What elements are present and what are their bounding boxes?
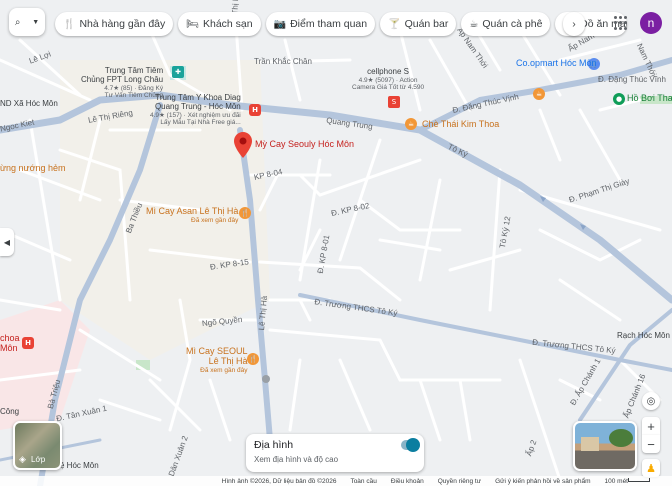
chip-cafes[interactable]: ☕ Quán cà phê <box>461 12 551 36</box>
coffee-icon: ☕ <box>469 18 479 30</box>
map-controls: ◎ + − ♟ <box>642 392 660 477</box>
scale-bar <box>628 478 650 482</box>
pegman-icon[interactable]: ♟ <box>642 459 660 477</box>
cafe-pin[interactable]: ☕ <box>533 88 545 100</box>
chevron-left-icon: ◀ <box>3 237 11 247</box>
terrain-title: Địa hình <box>254 439 294 451</box>
footer-terms[interactable]: Điều khoản <box>391 478 424 485</box>
camera-icon: 📷 <box>273 18 287 30</box>
category-chips: 🍴 Nhà hàng gần đây 🛏 Khách sạn 📷 Điểm tham … <box>55 12 628 36</box>
pool-pin[interactable]: ● <box>613 93 625 105</box>
place-mi-cay-asan[interactable]: Mì Cay Asan Lê Thị Hà Đã xem gần đây <box>146 206 238 224</box>
crosshair-icon: ◎ <box>646 395 656 407</box>
selected-location-pin-icon[interactable] <box>234 132 252 158</box>
place-rach-hoc-mon[interactable]: Rạch Hóc Môn <box>617 331 670 341</box>
place-my-cay-seouly[interactable]: Mỳ Cay Seouly Hóc Môn <box>255 139 354 150</box>
zoom-in-button[interactable]: + <box>642 417 660 435</box>
place-hospital-west[interactable]: choa Môn <box>0 333 20 354</box>
place-diag-clinic[interactable]: Trung Tâm Y Khoa Diag Quang Trung - Hóc M… <box>150 93 241 126</box>
fork-knife-icon: 🍴 <box>63 18 76 30</box>
footer-imagery: Hình ảnh ©2026, Dữ liệu bản đồ ©2026 <box>221 477 337 485</box>
map-footer: Hình ảnh ©2026, Dữ liệu bản đồ ©2026 Toà… <box>0 476 672 486</box>
footer-scale[interactable]: 100 mét <box>605 478 629 485</box>
layers-button[interactable]: ◈ Lớp <box>13 421 62 470</box>
chevron-down-icon: ▼ <box>32 18 40 26</box>
my-location-button[interactable]: ◎ <box>642 392 660 410</box>
terrain-subtitle: Xem địa hình và độ cao <box>254 455 339 464</box>
search-menu-control[interactable]: ⌕ ▼ <box>9 8 45 36</box>
restaurant-pin-asan[interactable]: 🍴 <box>239 207 251 219</box>
terrain-toggle[interactable] <box>401 438 420 452</box>
chip-hotels[interactable]: 🛏 Khách sạn <box>178 12 261 36</box>
footer-feedback[interactable]: Gửi ý kiến phản hồi về sản phẩm <box>495 478 590 485</box>
collapse-panel-button[interactable]: ◀ <box>0 228 14 256</box>
apps-grid-icon[interactable] <box>614 16 628 30</box>
place-cellphones[interactable]: cellphone S 4.9★ (5097) · Action Camera Gi… <box>352 67 424 91</box>
place-pool[interactable]: Hồ Bơi Tha <box>627 93 672 104</box>
street-view-thumbnail[interactable] <box>573 421 637 471</box>
chip-attractions[interactable]: 📷 Điểm tham quan <box>265 12 376 36</box>
zoom-out-button[interactable]: − <box>642 435 660 453</box>
place-mi-cay-seoul[interactable]: Mì Cay SEOUL Lê Thị Hà Đã xem gần đây <box>186 346 248 374</box>
footer-global[interactable]: Toàn cầu <box>350 478 376 485</box>
place-cong[interactable]: Công <box>0 407 19 417</box>
hospital-pin[interactable]: H <box>249 104 261 116</box>
chip-bars[interactable]: 🍸 Quán bar <box>380 12 457 36</box>
layers-label: Lớp <box>31 455 46 464</box>
restaurant-pin-seoul[interactable]: 🍴 <box>247 353 259 365</box>
chevron-right-icon: › <box>572 18 576 30</box>
place-hoc-mon-south[interactable]: ệ Hóc Môn <box>60 461 99 471</box>
place-che-thai-kim-thoa[interactable]: Chè Thái Kim Thoa <box>422 119 499 130</box>
terrain-card[interactable]: Địa hình Xem địa hình và độ cao <box>246 434 424 472</box>
cocktail-icon: 🍸 <box>388 18 401 30</box>
shopping-pin[interactable]: S <box>388 96 400 108</box>
che-thai-pin[interactable]: ☕ <box>405 118 417 130</box>
place-nd-xa-hoc-mon[interactable]: ND Xã Hóc Môn <box>0 99 58 109</box>
hospital-pin-west[interactable]: H <box>22 337 34 349</box>
search-icon: ⌕ <box>14 16 21 28</box>
place-coopmart[interactable]: Co.opmart Hóc Môn <box>516 58 597 69</box>
chips-next-button[interactable]: › <box>563 12 585 36</box>
bed-icon: 🛏 <box>186 18 199 30</box>
road-label-tran-khac-chan: Trần Khắc Chân <box>254 57 312 66</box>
place-nuong-hem[interactable]: ừng nướng hẻm <box>0 163 66 174</box>
footer-privacy[interactable]: Quyền riêng tư <box>438 478 481 485</box>
fpt-pharmacy-pin[interactable]: ✚ <box>172 66 184 78</box>
avatar[interactable]: n <box>640 12 662 34</box>
road-label-dang-thuc-vinh-2: Đ. Đặng Thúc Vĩnh <box>598 75 666 84</box>
layers-icon: ◈ <box>19 455 26 465</box>
poi-small-pin[interactable] <box>262 375 270 383</box>
chip-restaurants[interactable]: 🍴 Nhà hàng gần đây <box>55 12 174 36</box>
